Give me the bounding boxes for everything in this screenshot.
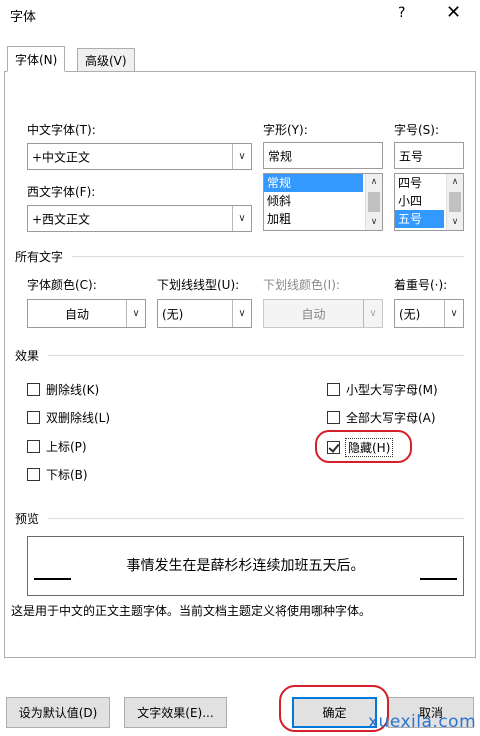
chevron-down-icon[interactable]: ∨ xyxy=(232,300,251,327)
chevron-down-icon: ∨ xyxy=(363,300,382,327)
font-size-label: 字号(S): xyxy=(394,123,440,137)
effects-section-label: 效果 xyxy=(15,349,40,363)
western-font-value: +西文正文 xyxy=(32,212,91,226)
superscript-label: 上标(P) xyxy=(46,440,87,454)
small-caps-label: 小型大写字母(M) xyxy=(346,383,438,397)
chinese-font-select[interactable]: +中文正文 ∨ xyxy=(27,143,252,170)
preview-box: 事情发生在是薛杉杉连续加班五天后。 xyxy=(27,536,464,596)
tab-advanced[interactable]: 高级(V) xyxy=(77,48,135,72)
chevron-down-icon[interactable]: ∨ xyxy=(126,300,145,327)
font-style-list[interactable]: 常规 倾斜 加粗 ∧ ∨ xyxy=(263,173,383,231)
watermark: xuexila.com xyxy=(368,712,477,732)
preview-sample-text: 事情发生在是薛杉杉连续加班五天后。 xyxy=(126,558,365,574)
font-style-label: 字形(Y): xyxy=(263,123,308,137)
annotation-highlight xyxy=(315,430,412,463)
font-color-select[interactable]: 自动 ∨ xyxy=(27,299,146,328)
checkbox-box[interactable] xyxy=(27,383,40,396)
emphasis-mark-value: (无) xyxy=(399,307,421,321)
underline-color-value: 自动 xyxy=(301,307,326,321)
underline-style-label: 下划线线型(U): xyxy=(157,278,240,292)
tab-font[interactable]: 字体(N) xyxy=(7,46,66,72)
font-size-input[interactable]: 五号 xyxy=(394,142,464,169)
list-item[interactable]: 五号 xyxy=(395,210,444,228)
all-caps-label: 全部大写字母(A) xyxy=(346,411,436,425)
font-size-list[interactable]: 四号 小四 五号 ∧ ∨ xyxy=(394,173,464,231)
scroll-down-icon[interactable]: ∨ xyxy=(366,214,382,230)
underline-color-label: 下划线颜色(I): xyxy=(263,278,340,292)
checkbox-box[interactable] xyxy=(27,411,40,424)
font-size-value: 五号 xyxy=(399,149,424,163)
subscript-label: 下标(B) xyxy=(46,468,88,482)
chevron-down-icon[interactable]: ∨ xyxy=(444,300,463,327)
title-bar xyxy=(0,0,480,30)
font-color-label: 字体颜色(C): xyxy=(27,278,97,292)
emphasis-mark-select[interactable]: (无) ∨ xyxy=(394,299,464,328)
underline-style-select[interactable]: (无) ∨ xyxy=(157,299,252,328)
checkbox-box[interactable] xyxy=(27,440,40,453)
chevron-down-icon[interactable]: ∨ xyxy=(232,144,251,169)
preview-baseline-left xyxy=(34,578,71,580)
scroll-thumb[interactable] xyxy=(368,192,380,212)
chevron-down-icon[interactable]: ∨ xyxy=(232,206,251,231)
divider xyxy=(72,256,464,257)
double-strikethrough-label: 双删除线(L) xyxy=(46,411,111,425)
checkbox-box[interactable] xyxy=(27,468,40,481)
preview-section-label: 预览 xyxy=(15,512,40,526)
preview-note: 这是用于中文的正文主题字体。当前文档主题定义将使用哪种字体。 xyxy=(11,604,372,618)
text-effects-button[interactable]: 文字效果(E)... xyxy=(124,697,227,728)
preview-baseline-right xyxy=(420,578,457,580)
help-icon[interactable]: ? xyxy=(398,5,405,21)
western-font-select[interactable]: +西文正文 ∨ xyxy=(27,205,252,232)
underline-color-select[interactable]: 自动 ∨ xyxy=(263,299,383,328)
scroll-down-icon[interactable]: ∨ xyxy=(447,214,463,230)
font-style-input[interactable]: 常规 xyxy=(263,142,383,169)
checkbox-box[interactable] xyxy=(327,411,340,424)
all-text-section-label: 所有文字 xyxy=(15,250,64,264)
font-color-value: 自动 xyxy=(64,307,89,321)
scrollbar[interactable]: ∧ ∨ xyxy=(446,174,463,230)
scrollbar[interactable]: ∧ ∨ xyxy=(365,174,382,230)
strikethrough-label: 删除线(K) xyxy=(46,383,100,397)
tab-font-label: 字体(N) xyxy=(15,53,58,67)
scroll-up-icon[interactable]: ∧ xyxy=(447,174,463,190)
scroll-up-icon[interactable]: ∧ xyxy=(366,174,382,190)
dialog-title: 字体 xyxy=(10,10,37,25)
set-default-button[interactable]: 设为默认值(D) xyxy=(6,697,110,728)
tab-advanced-label: 高级(V) xyxy=(85,54,127,68)
emphasis-mark-label: 着重号(·): xyxy=(394,278,448,292)
western-font-label: 西文字体(F): xyxy=(27,185,96,199)
list-item[interactable]: 常规 xyxy=(264,174,363,192)
divider xyxy=(48,355,464,356)
divider xyxy=(48,518,464,519)
font-style-value: 常规 xyxy=(268,149,293,163)
scroll-thumb[interactable] xyxy=(449,192,461,212)
chinese-font-label: 中文字体(T): xyxy=(27,123,96,137)
close-icon[interactable]: ✕ xyxy=(446,2,461,23)
underline-style-value: (无) xyxy=(162,307,184,321)
chinese-font-value: +中文正文 xyxy=(32,150,91,164)
checkbox-box[interactable] xyxy=(327,383,340,396)
